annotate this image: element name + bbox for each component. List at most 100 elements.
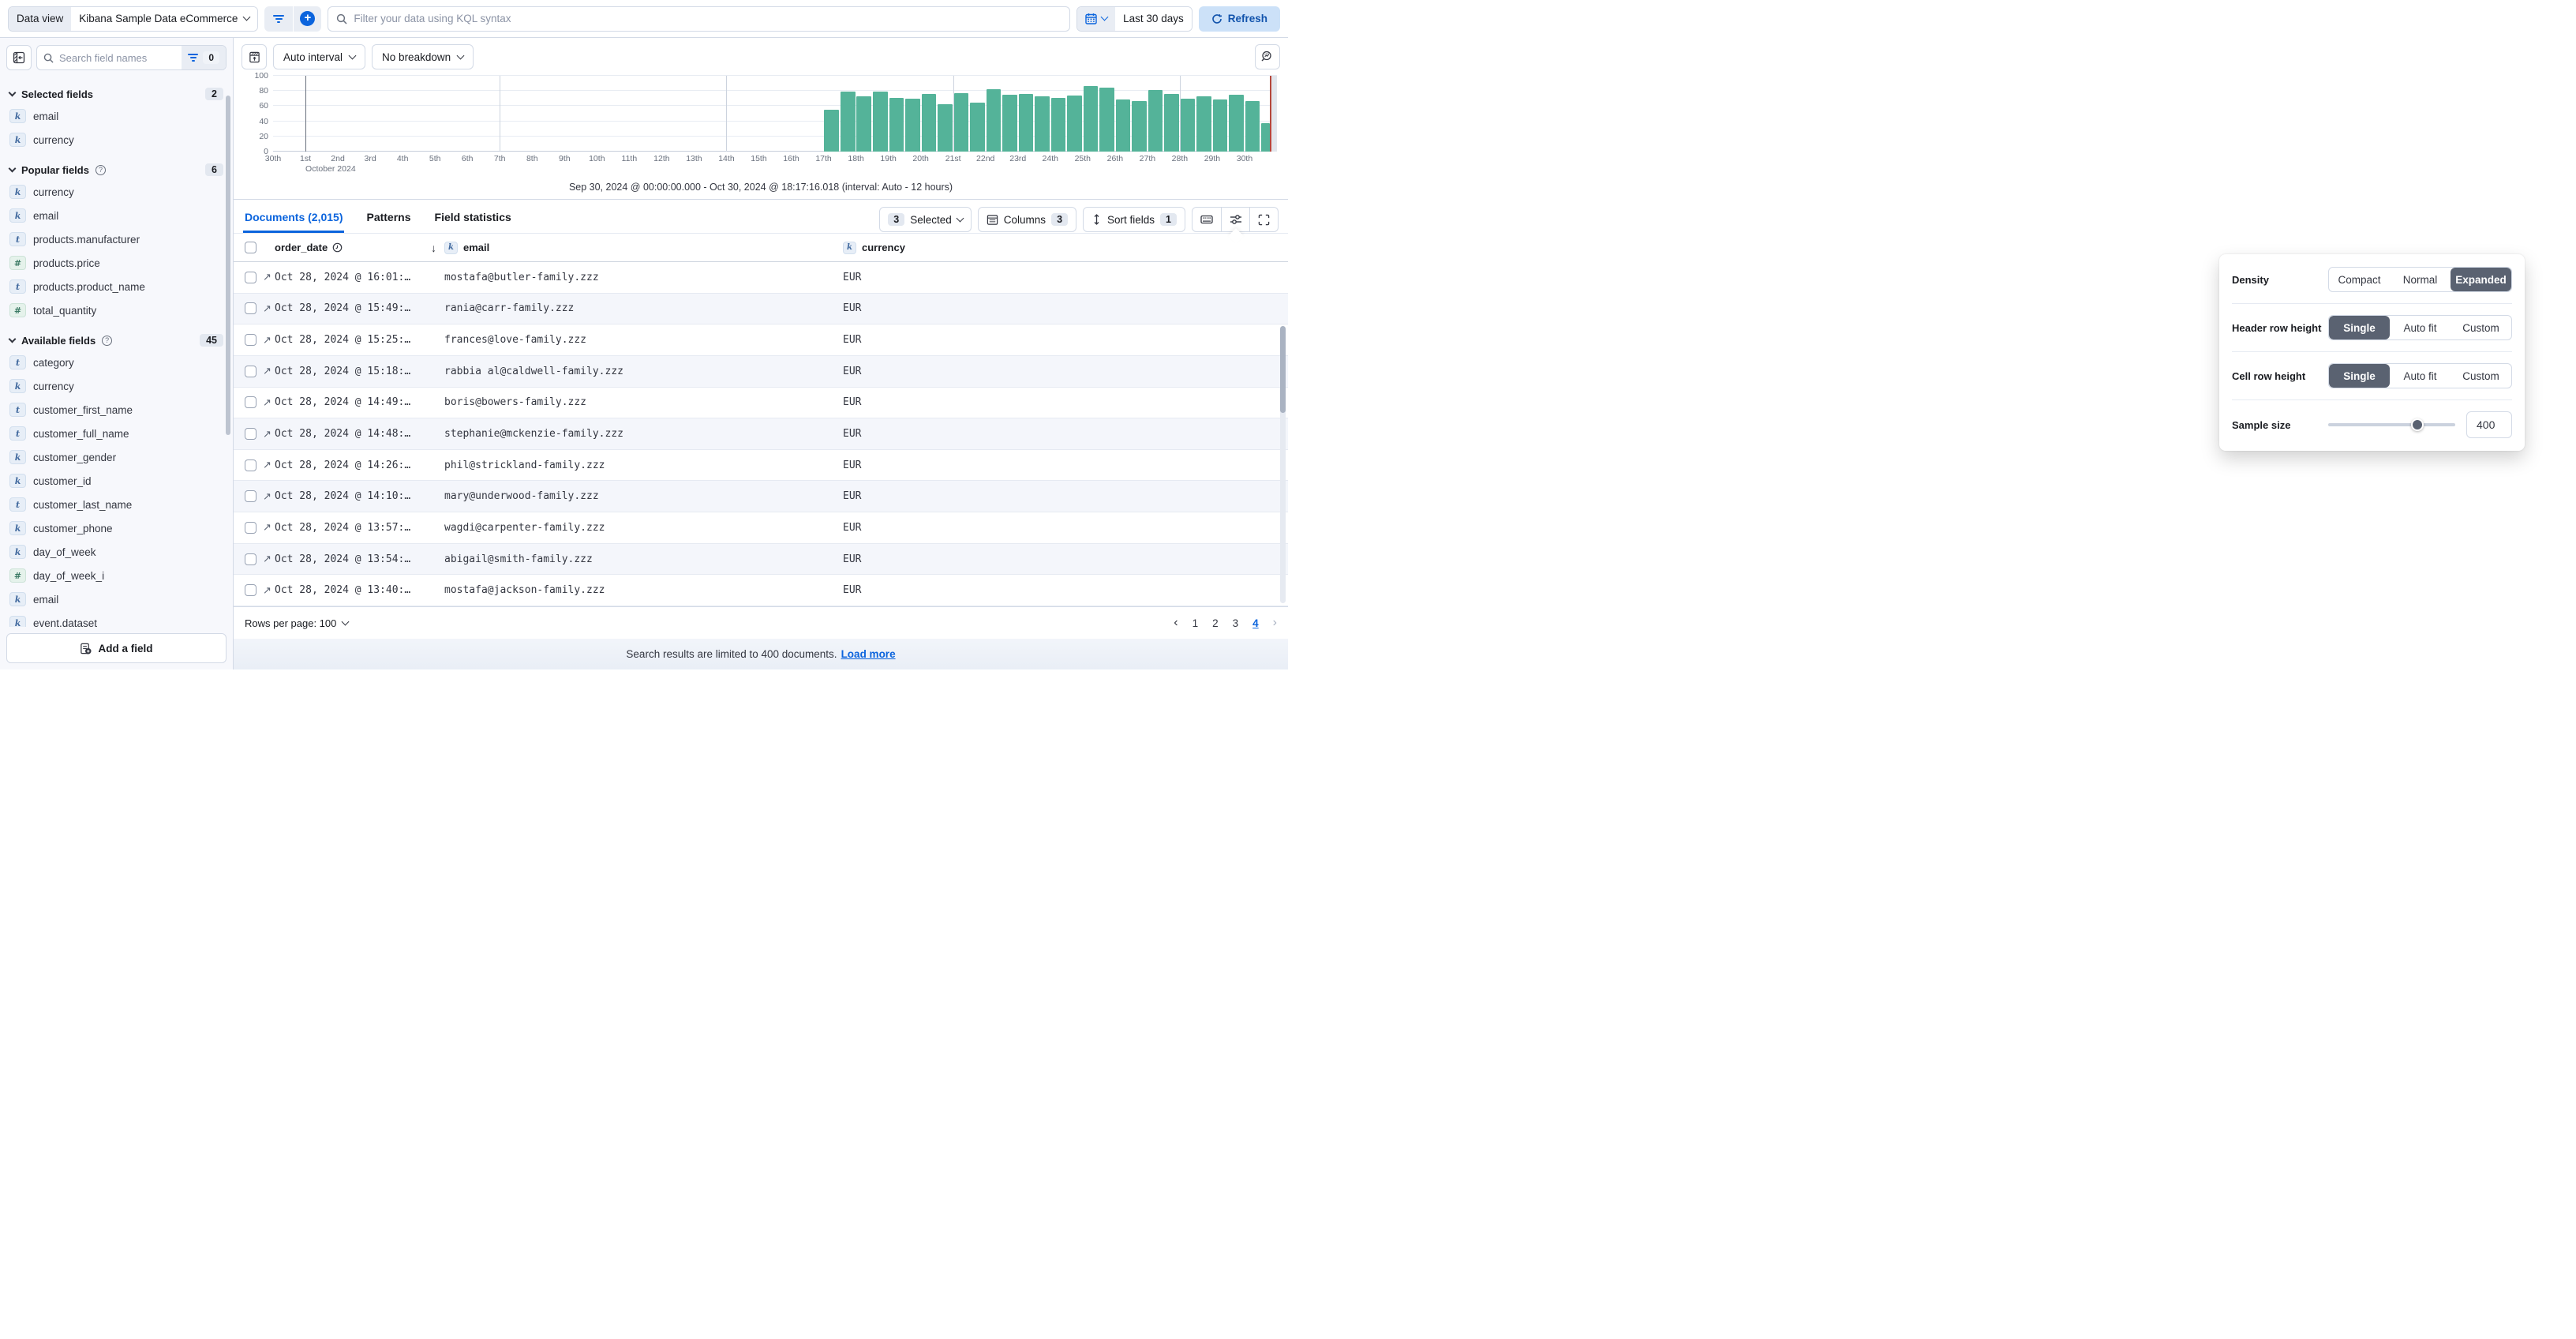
field-list-item[interactable]: k email — [9, 204, 223, 227]
expand-document-icon[interactable]: ↗ — [263, 584, 271, 597]
option-compact[interactable]: Compact — [2329, 268, 2390, 291]
expand-document-icon[interactable]: ↗ — [263, 459, 271, 471]
row-checkbox[interactable] — [245, 396, 256, 409]
slider-thumb[interactable] — [2410, 418, 2424, 431]
selected-fields-button[interactable]: 3 Selected — [879, 207, 972, 232]
sort-fields-button[interactable]: Sort fields 1 — [1083, 207, 1185, 232]
field-list-item[interactable]: t customer_last_name — [9, 493, 223, 516]
option-single[interactable]: Single — [2329, 316, 2390, 339]
field-list-item[interactable]: k currency — [9, 181, 223, 203]
histogram-bar[interactable] — [938, 104, 953, 152]
option-normal[interactable]: Normal — [2390, 268, 2451, 291]
breakdown-select[interactable]: No breakdown — [372, 44, 474, 69]
table-row[interactable]: ↗ Oct 28, 2024 @ 16:01:… mostafa@butler-fa… — [234, 262, 1288, 294]
field-section-header[interactable]: Available fields? 45 — [8, 334, 223, 347]
page-2[interactable]: 2 — [1212, 617, 1219, 629]
field-section-header[interactable]: Selected fields 2 — [8, 88, 223, 100]
option-auto-fit[interactable]: Auto fit — [2390, 316, 2451, 339]
field-list-item[interactable]: t products.product_name — [9, 276, 223, 298]
histogram-bar[interactable] — [1002, 95, 1017, 152]
tab-documents[interactable]: Documents (2,015) — [243, 206, 345, 233]
field-list-item[interactable]: t customer_full_name — [9, 422, 223, 444]
option-custom[interactable]: Custom — [2451, 364, 2511, 388]
expand-document-icon[interactable]: ↗ — [263, 302, 271, 315]
tab-field[interactable]: Field statistics — [433, 206, 513, 233]
page-1[interactable]: 1 — [1193, 617, 1199, 629]
row-checkbox[interactable] — [245, 271, 256, 283]
add-field-button[interactable]: Add a field — [6, 633, 227, 663]
histogram-bar[interactable] — [1229, 95, 1244, 152]
expand-document-icon[interactable]: ↗ — [263, 334, 271, 347]
histogram-bar[interactable] — [1018, 94, 1034, 152]
table-row[interactable]: ↗ Oct 28, 2024 @ 15:25:… frances@love-fami… — [234, 324, 1288, 356]
row-checkbox[interactable] — [245, 584, 256, 597]
histogram-bar[interactable] — [1067, 95, 1082, 152]
column-header-currency[interactable]: k currency — [843, 241, 1288, 254]
histogram-bar[interactable] — [872, 92, 888, 152]
field-list-item[interactable]: k day_of_week — [9, 541, 223, 563]
sample-size-input[interactable]: 400 — [2466, 411, 2512, 438]
next-page-button[interactable]: › — [1273, 616, 1277, 630]
interval-select[interactable]: Auto interval — [273, 44, 366, 69]
sidebar-scrollbar[interactable] — [226, 96, 230, 435]
row-checkbox[interactable] — [245, 490, 256, 503]
expand-document-icon[interactable]: ↗ — [263, 396, 271, 409]
columns-button[interactable]: Columns 3 — [977, 207, 1077, 232]
row-checkbox[interactable] — [245, 302, 256, 315]
table-row[interactable]: ↗ Oct 28, 2024 @ 14:26:… phil@strickland-f… — [234, 450, 1288, 482]
histogram-bar[interactable] — [1050, 97, 1066, 152]
histogram-bar[interactable] — [1245, 100, 1260, 152]
prev-page-button[interactable]: ‹ — [1174, 616, 1178, 630]
table-row[interactable]: ↗ Oct 28, 2024 @ 13:54:… abigail@smith-fam… — [234, 543, 1288, 576]
add-filter-button[interactable]: + — [293, 6, 321, 32]
column-header-email[interactable]: k email — [444, 241, 843, 254]
histogram-bar[interactable] — [824, 110, 839, 152]
table-row[interactable]: ↗ Oct 28, 2024 @ 15:18:… rabbia al@caldwel… — [234, 355, 1288, 388]
histogram-bar[interactable] — [840, 92, 856, 152]
table-row[interactable]: ↗ Oct 28, 2024 @ 13:57:… wagdi@carpenter-f… — [234, 512, 1288, 544]
field-list-item[interactable]: # day_of_week_i — [9, 564, 223, 587]
histogram-bar[interactable] — [1035, 96, 1050, 152]
histogram-bar[interactable] — [953, 93, 969, 152]
hide-chart-button[interactable] — [242, 44, 267, 69]
fields-list[interactable]: Selected fields 2 k email k currency Popular f… — [0, 73, 233, 627]
row-checkbox[interactable] — [245, 365, 256, 377]
row-checkbox[interactable] — [245, 334, 256, 347]
histogram-bar[interactable] — [921, 94, 937, 152]
filter-menu-button[interactable] — [264, 6, 293, 32]
table-row[interactable]: ↗ Oct 28, 2024 @ 15:49:… rania@carr-family… — [234, 293, 1288, 325]
sample-size-slider[interactable] — [2328, 418, 2455, 431]
field-list-item[interactable]: # total_quantity — [9, 299, 223, 321]
histogram-bar[interactable] — [1099, 88, 1114, 152]
field-list-item[interactable]: t products.manufacturer — [9, 228, 223, 250]
rows-per-page-button[interactable]: Rows per page: 100 — [245, 617, 350, 629]
field-list-item[interactable]: t customer_first_name — [9, 399, 223, 421]
field-section-header[interactable]: Popular fields? 6 — [8, 163, 223, 176]
option-single[interactable]: Single — [2329, 364, 2390, 388]
histogram-bar[interactable] — [889, 97, 904, 152]
display-options-button[interactable] — [1221, 208, 1249, 244]
field-list-item[interactable]: k currency — [9, 129, 223, 151]
field-list-item[interactable]: k event.dataset — [9, 612, 223, 627]
edit-visualization-button[interactable] — [1255, 44, 1280, 69]
time-range-value-button[interactable]: Last 30 days — [1115, 6, 1192, 31]
row-checkbox[interactable] — [245, 521, 256, 534]
sort-desc-icon[interactable]: ↓ — [431, 242, 436, 254]
expand-document-icon[interactable]: ↗ — [263, 521, 271, 534]
row-checkbox[interactable] — [245, 553, 256, 565]
field-list-item[interactable]: k email — [9, 588, 223, 610]
column-header-order_date[interactable]: order_date ↓ — [275, 242, 444, 254]
histogram-bar[interactable] — [970, 102, 985, 152]
field-list-item[interactable]: t category — [9, 351, 223, 373]
table-row[interactable]: ↗ Oct 28, 2024 @ 14:10:… mary@underwood-fa… — [234, 481, 1288, 513]
row-checkbox[interactable] — [245, 428, 256, 441]
histogram-bar[interactable] — [986, 89, 1002, 152]
field-list-item[interactable]: k currency — [9, 375, 223, 397]
field-list-item[interactable]: k customer_id — [9, 470, 223, 492]
histogram-bar[interactable] — [856, 96, 872, 152]
histogram-bar[interactable] — [1115, 99, 1131, 152]
field-list-item[interactable]: k email — [9, 105, 223, 127]
kql-search-input[interactable]: Filter your data using KQL syntax — [328, 6, 1071, 32]
histogram-bar[interactable] — [1132, 100, 1147, 152]
histogram-bar[interactable] — [905, 98, 920, 152]
